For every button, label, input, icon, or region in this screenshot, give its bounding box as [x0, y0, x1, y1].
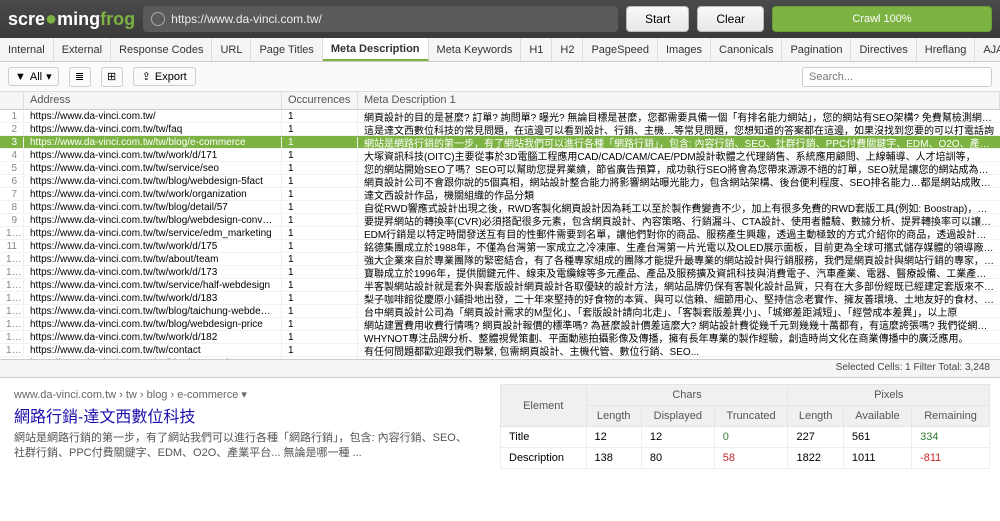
- crawl-progress: Crawl 100%: [772, 6, 992, 32]
- breadcrumb: www.da-vinci.com.tw › tw › blog › e-comm…: [14, 388, 476, 401]
- start-button[interactable]: Start: [626, 6, 689, 32]
- export-icon: ⇪: [142, 70, 151, 83]
- chevron-down-icon: ▾: [46, 70, 52, 83]
- export-button[interactable]: ⇪ Export: [133, 67, 196, 86]
- tab-meta-description[interactable]: Meta Description: [323, 38, 429, 61]
- filter-icon: ▼: [15, 71, 26, 83]
- tab-external[interactable]: External: [54, 38, 111, 61]
- serp-preview: www.da-vinci.com.tw › tw › blog › e-comm…: [0, 378, 490, 501]
- app-logo: scre●mingfrog: [8, 8, 135, 31]
- tab-response-codes[interactable]: Response Codes: [111, 38, 212, 61]
- url-bar[interactable]: [143, 6, 618, 32]
- search-input[interactable]: [802, 67, 992, 87]
- col-address[interactable]: Address: [24, 92, 282, 109]
- url-input[interactable]: [171, 12, 610, 26]
- tab-hreflang[interactable]: Hreflang: [917, 38, 976, 61]
- tab-images[interactable]: Images: [658, 38, 711, 61]
- filter-dropdown[interactable]: ▼ All ▾: [8, 67, 59, 86]
- status-bar: Selected Cells: 1 Filter Total: 3,248: [0, 360, 1000, 378]
- tab-directives[interactable]: Directives: [851, 38, 916, 61]
- tab-meta-keywords[interactable]: Meta Keywords: [429, 38, 522, 61]
- tab-pagespeed[interactable]: PageSpeed: [583, 38, 658, 61]
- globe-icon: [151, 12, 165, 26]
- tab-pagination[interactable]: Pagination: [782, 38, 851, 61]
- tab-internal[interactable]: Internal: [0, 38, 54, 61]
- metrics-row: Title12120227561334: [501, 427, 990, 448]
- preview-description: 網站是網路行銷的第一步，有了網站我們可以進行各種「網路行銷」，包含: 內容行銷、…: [14, 431, 476, 462]
- clear-button[interactable]: Clear: [697, 6, 764, 32]
- tab-h2[interactable]: H2: [552, 38, 583, 61]
- col-meta[interactable]: Meta Description 1: [358, 92, 1000, 109]
- metrics-table: Element Chars Pixels LengthDisplayedTrun…: [500, 384, 990, 469]
- preview-title: 網路行銷-達文西數位科技: [14, 403, 476, 427]
- tab-h1[interactable]: H1: [521, 38, 552, 61]
- col-occurrences[interactable]: Occurrences: [282, 92, 358, 109]
- view-tree-icon[interactable]: ⊞: [101, 67, 123, 87]
- tab-page-titles[interactable]: Page Titles: [251, 38, 322, 61]
- tab-ajax[interactable]: AJAX: [975, 38, 1000, 61]
- metrics-row: Description138805818221011-811: [501, 448, 990, 469]
- results-grid: Address Occurrences Meta Description 1 1…: [0, 92, 1000, 360]
- tab-url[interactable]: URL: [212, 38, 251, 61]
- view-list-icon[interactable]: ≣: [69, 67, 91, 87]
- tab-canonicals[interactable]: Canonicals: [711, 38, 782, 61]
- main-tabs: InternalExternalResponse CodesURLPage Ti…: [0, 38, 1000, 62]
